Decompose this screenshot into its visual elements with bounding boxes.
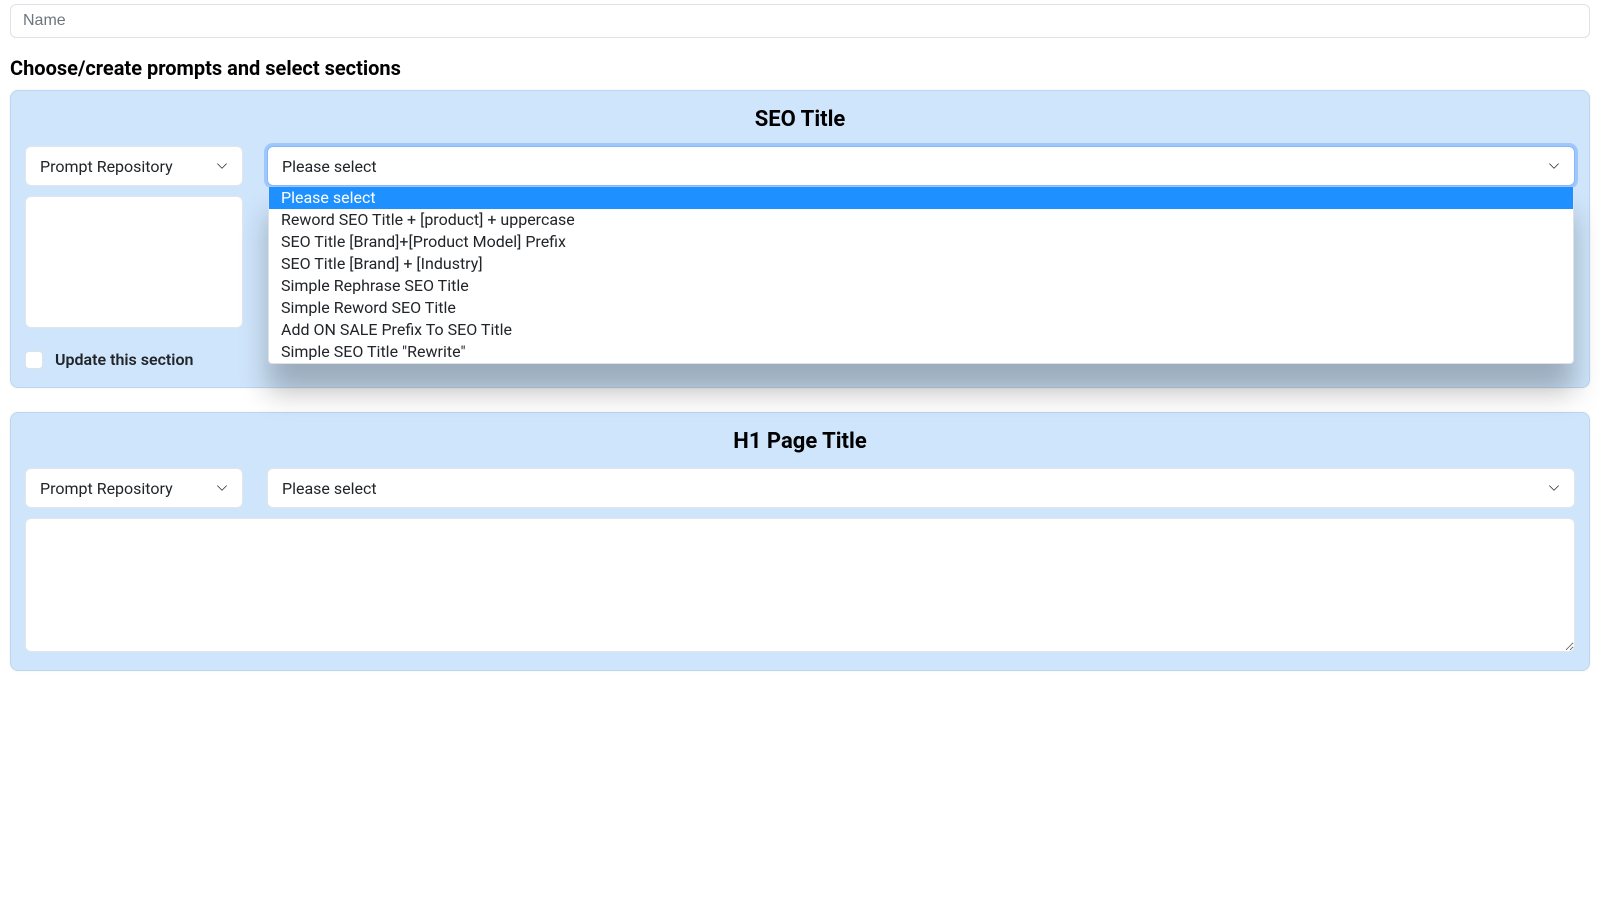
name-input[interactable]: [10, 4, 1590, 38]
seo-option-4[interactable]: Simple Rephrase SEO Title: [269, 275, 1573, 297]
seo-option-7[interactable]: Simple SEO Title "Rewrite": [269, 341, 1573, 363]
prompt-repository-select-h1[interactable]: Prompt Repository: [25, 468, 243, 508]
chevron-down-icon: [216, 160, 228, 172]
chevron-down-icon: [216, 482, 228, 494]
seo-option-5[interactable]: Simple Reword SEO Title: [269, 297, 1573, 319]
seo-option-6[interactable]: Add ON SALE Prefix To SEO Title: [269, 319, 1573, 341]
update-section-checkbox-seo[interactable]: [25, 351, 43, 369]
chevron-down-icon: [1548, 160, 1560, 172]
h1-prompt-textarea[interactable]: [25, 518, 1575, 652]
seo-prompt-select[interactable]: Please select Please select Reword SEO T…: [267, 146, 1575, 186]
seo-prompt-selected-value: Please select: [282, 157, 377, 176]
h1-title-label: H1 Page Title: [11, 413, 1589, 468]
prompts-heading: Choose/create prompts and select section…: [10, 56, 1590, 80]
prompt-repository-label: Prompt Repository: [40, 157, 173, 176]
h1-prompt-select[interactable]: Please select: [267, 468, 1575, 508]
seo-option-please-select[interactable]: Please select: [269, 187, 1573, 209]
seo-option-1[interactable]: Reword SEO Title + [product] + uppercase: [269, 209, 1573, 231]
seo-prompt-textarea[interactable]: [25, 196, 243, 328]
seo-prompt-dropdown: Please select Reword SEO Title + [produc…: [268, 187, 1574, 364]
seo-title-card: SEO Title Prompt Repository Please selec…: [10, 90, 1590, 388]
seo-option-3[interactable]: SEO Title [Brand] + [Industry]: [269, 253, 1573, 275]
h1-prompt-selected-value: Please select: [282, 479, 377, 498]
chevron-down-icon: [1548, 482, 1560, 494]
h1-title-card: H1 Page Title Prompt Repository Please s…: [10, 412, 1590, 671]
seo-option-2[interactable]: SEO Title [Brand]+[Product Model] Prefix: [269, 231, 1573, 253]
seo-title-label: SEO Title: [11, 91, 1589, 146]
prompt-repository-label: Prompt Repository: [40, 479, 173, 498]
prompt-repository-select-seo[interactable]: Prompt Repository: [25, 146, 243, 186]
update-section-label: Update this section: [55, 350, 193, 369]
